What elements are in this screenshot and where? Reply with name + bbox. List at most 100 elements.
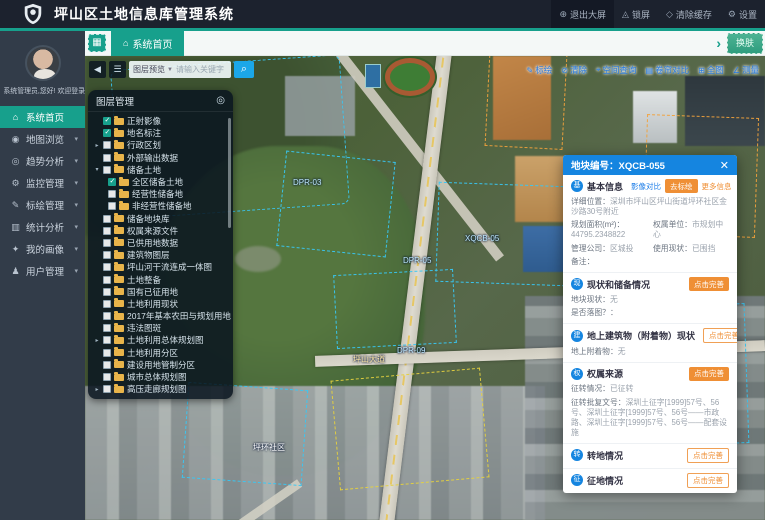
parcel-outline[interactable] (276, 151, 395, 258)
layer-tree-item[interactable]: 土地利用现状 (94, 298, 231, 310)
layer-checkbox[interactable] (103, 361, 111, 369)
layer-checkbox[interactable] (103, 154, 111, 162)
layer-tree-item[interactable]: 外部输出数据 (94, 152, 231, 164)
layer-tree-item[interactable]: 违法图斑 (94, 322, 231, 334)
sidebar-item-map-browse[interactable]: ◉ 地图浏览 ▾ (0, 128, 85, 150)
close-icon[interactable]: ✕ (720, 159, 729, 172)
layer-checkbox[interactable] (103, 288, 111, 296)
layer-checkbox[interactable] (103, 227, 111, 235)
layer-list-button[interactable]: ☰ (109, 61, 126, 78)
layer-checkbox[interactable] (103, 385, 111, 393)
layer-checkbox[interactable] (103, 263, 111, 271)
layer-checkbox[interactable] (108, 178, 116, 186)
layer-tree-item[interactable]: 土地利用分区 (94, 347, 231, 359)
layer-tree-item[interactable]: ▸行政区划 (94, 139, 231, 151)
layer-tree-item[interactable]: 已供用地数据 (94, 237, 231, 249)
sidebar-item-user-mgmt[interactable]: ♟ 用户管理 ▾ (0, 260, 85, 282)
layer-checkbox[interactable] (103, 324, 111, 332)
complete-button[interactable]: 点击完善 (687, 473, 729, 488)
layer-checkbox[interactable] (103, 239, 111, 247)
layer-checkbox[interactable] (103, 336, 111, 344)
section-expropriation: 征 征地情况 点击完善 (563, 469, 737, 493)
layer-tree-item[interactable]: 正射影像 (94, 115, 231, 127)
layer-tree-item[interactable]: 建设用地管制分区 (94, 359, 231, 371)
layer-checkbox[interactable] (103, 251, 111, 259)
layer-checkbox[interactable] (103, 349, 111, 357)
layer-checkbox[interactable] (103, 373, 111, 381)
layer-tree-item[interactable]: ▾储备土地 (94, 164, 231, 176)
header-exit-fullscreen[interactable]: ⊕ 退出大屏 (551, 0, 614, 28)
complete-button[interactable]: 点击完善 (687, 448, 729, 463)
search-input[interactable]: 图层预览 ▼ 请输入关键字 (129, 61, 231, 78)
layer-tree-item[interactable]: 经营性储备地 (94, 188, 231, 200)
tool-spatial-query[interactable]: ⌖空间查询 (596, 64, 637, 76)
header-clear-cache[interactable]: ◇ 清除缓存 (658, 0, 720, 28)
tool-clear[interactable]: ⊘清除 (561, 64, 587, 76)
go-plot-button[interactable]: 去标绘 (665, 179, 698, 193)
map-canvas[interactable]: DPR-03 DPR-05 DPR-09 XQCB-05 坪山大道 坪环社区 ◀… (85, 56, 765, 520)
layer-tree-item[interactable]: 地名标注 (94, 127, 231, 139)
sidebar-item-statistics[interactable]: ▥ 统计分析 ▾ (0, 216, 85, 238)
layer-tree-item[interactable]: 坪山河干流连成一体图 (94, 261, 231, 273)
search-button[interactable]: ⌕ (234, 61, 254, 78)
tab-home[interactable]: ⌂ 系统首页 (111, 31, 184, 56)
gear-icon: ⚙ (728, 9, 736, 20)
tool-swipe-compare[interactable]: ▤卷帘对比 (646, 64, 690, 76)
complete-button[interactable]: 点击完善 (703, 328, 737, 343)
layer-tree-item[interactable]: ▸土地利用总体规划图 (94, 334, 231, 346)
section-buildings: 建 地上建筑物（附着物）现状 点击完善 地上附着物：无 (563, 324, 737, 363)
image-compare-link[interactable]: 影像对比 (631, 181, 661, 192)
chevron-down-icon: ▼ (167, 67, 173, 73)
sidebar-item-monitor-mgmt[interactable]: ⚙ 监控管理 ▾ (0, 172, 85, 194)
layer-checkbox[interactable] (103, 166, 111, 174)
tool-measure[interactable]: ∠测量 (733, 64, 759, 76)
layer-checkbox[interactable] (103, 141, 111, 149)
skin-switch-button[interactable]: 换肤 (727, 33, 763, 54)
layer-checkbox[interactable] (103, 300, 111, 308)
header-lock-screen[interactable]: ◬ 锁屏 (614, 0, 658, 28)
sidebar-item-trend-analysis[interactable]: ◎ 趋势分析 ▾ (0, 150, 85, 172)
layer-tree-item[interactable]: 城市总体规划图 (94, 371, 231, 383)
fullmap-icon: ⊞ (698, 66, 705, 75)
layer-tree-item[interactable]: 储备地块库 (94, 213, 231, 225)
section-ownership: 权 权属来源 点击完善 征转情况：已征转 征转批复文号：深圳土征字[1999]5… (563, 363, 737, 444)
layer-checkbox[interactable] (103, 276, 111, 284)
folder-icon (119, 191, 129, 198)
complete-button[interactable]: 点击完善 (689, 367, 729, 381)
sidebar-item-my-profile[interactable]: ✦ 我的画像 ▾ (0, 238, 85, 260)
folder-icon (114, 227, 124, 234)
layer-tree-item[interactable]: 2017年基本农田与规划用地 (94, 310, 231, 322)
folder-icon (114, 264, 124, 271)
folder-icon (114, 166, 124, 173)
parcel-outline[interactable] (435, 182, 568, 286)
more-info-link[interactable]: 更多信息 (702, 181, 732, 192)
layer-checkbox[interactable] (103, 215, 111, 223)
user-avatar[interactable] (25, 45, 61, 81)
tool-full-extent[interactable]: ⊞全图 (698, 64, 724, 76)
layer-checkbox[interactable] (108, 190, 116, 198)
layer-checkbox[interactable] (103, 312, 111, 320)
complete-button[interactable]: 点击完善 (689, 277, 729, 291)
tab-scroll-chevron[interactable]: › (716, 35, 721, 51)
tool-plot[interactable]: ✎标绘 (527, 64, 553, 76)
sidebar-item-plot-mgmt[interactable]: ✎ 标绘管理 ▾ (0, 194, 85, 216)
layer-tree-item[interactable]: 权属来源文件 (94, 225, 231, 237)
folder-icon (114, 118, 124, 125)
layer-tree-item[interactable]: 国有已征用地 (94, 286, 231, 298)
search-category-select[interactable]: 图层预览 (133, 64, 165, 75)
layer-tree-item[interactable]: 全区储备土地 (94, 176, 231, 188)
layer-checkbox[interactable] (103, 129, 111, 137)
layer-checkbox[interactable] (103, 117, 111, 125)
layer-settings-icon[interactable]: ◎ (216, 95, 225, 106)
layer-checkbox[interactable] (108, 202, 116, 210)
sidebar-item-home[interactable]: ⌂ 系统首页 (0, 106, 85, 128)
layer-tree-item[interactable]: 非经营性储备地 (94, 200, 231, 212)
tree-scrollbar[interactable] (228, 118, 231, 228)
layer-tree-item[interactable]: ▸高压走廊规划图 (94, 383, 231, 395)
header-settings[interactable]: ⚙ 设置 (720, 0, 765, 28)
menu-grid-toggle[interactable]: ▦ (88, 34, 106, 52)
collapse-panel-button[interactable]: ◀ (89, 61, 106, 78)
layer-tree-item[interactable]: 土地整备 (94, 273, 231, 285)
parcel-outline[interactable] (330, 368, 489, 491)
layer-tree-item[interactable]: 建筑物图层 (94, 249, 231, 261)
